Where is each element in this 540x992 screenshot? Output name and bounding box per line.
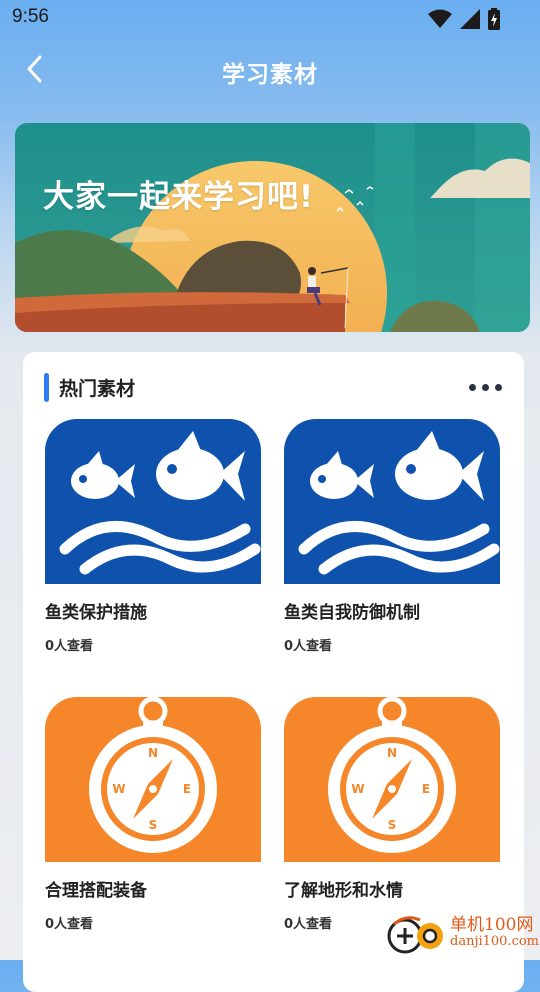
compass-icon: N S W E	[45, 697, 261, 862]
material-views: 0人查看	[45, 917, 94, 932]
material-views: 0人查看	[45, 639, 94, 654]
material-thumbnail: N S W E	[284, 697, 500, 862]
dot-icon	[495, 384, 502, 391]
app-header: 学习素材	[0, 38, 540, 102]
wifi-icon	[428, 9, 452, 28]
svg-text:E: E	[422, 782, 430, 796]
material-thumbnail	[45, 419, 261, 584]
battery-icon	[488, 8, 500, 30]
material-thumbnail: N S W E	[45, 697, 261, 862]
material-title: 合理搭配装备	[45, 881, 147, 901]
watermark-name: 单机100网	[450, 915, 534, 935]
status-bar: 9:56	[0, 0, 540, 38]
watermark-url: danji100.com	[450, 934, 540, 949]
material-title: 鱼类保护措施	[45, 603, 147, 623]
svg-text:S: S	[388, 818, 397, 832]
dot-icon	[469, 384, 476, 391]
svg-text:N: N	[148, 746, 158, 760]
banner-illustration	[15, 123, 530, 332]
dot-icon	[482, 384, 489, 391]
material-title: 了解地形和水情	[284, 881, 403, 901]
fish-icon	[284, 419, 500, 584]
hero-banner[interactable]: 大家一起来学习吧!	[15, 123, 530, 332]
watermark-logo-icon	[387, 916, 443, 954]
svg-text:S: S	[149, 818, 158, 832]
compass-icon: N S W E	[284, 697, 500, 862]
hot-materials-card: 热门素材 鱼类保护措施 0人查看 鱼类自我防御机制 0人查看 N S W E 合…	[23, 352, 524, 992]
material-thumbnail	[284, 419, 500, 584]
svg-text:W: W	[112, 782, 125, 796]
material-item[interactable]: N S W E 合理搭配装备 0人查看	[45, 697, 261, 932]
banner-headline: 大家一起来学习吧!	[43, 179, 315, 215]
material-item[interactable]: N S W E 了解地形和水情 0人查看	[284, 697, 500, 932]
material-views: 0人查看	[284, 639, 333, 654]
svg-text:E: E	[183, 782, 191, 796]
more-button[interactable]	[469, 384, 502, 391]
section-accent-bar	[44, 373, 49, 402]
page-title: 学习素材	[222, 62, 318, 88]
signal-icon	[460, 9, 480, 29]
material-title: 鱼类自我防御机制	[284, 603, 420, 623]
site-watermark: 单机100网 danji100.com	[386, 910, 539, 956]
status-icons	[428, 8, 500, 30]
section-title: 热门素材	[59, 378, 136, 400]
material-item[interactable]: 鱼类保护措施 0人查看	[45, 419, 261, 654]
svg-text:W: W	[351, 782, 364, 796]
svg-text:N: N	[387, 746, 397, 760]
status-time: 9:56	[12, 6, 49, 27]
fish-icon	[45, 419, 261, 584]
material-item[interactable]: 鱼类自我防御机制 0人查看	[284, 419, 500, 654]
